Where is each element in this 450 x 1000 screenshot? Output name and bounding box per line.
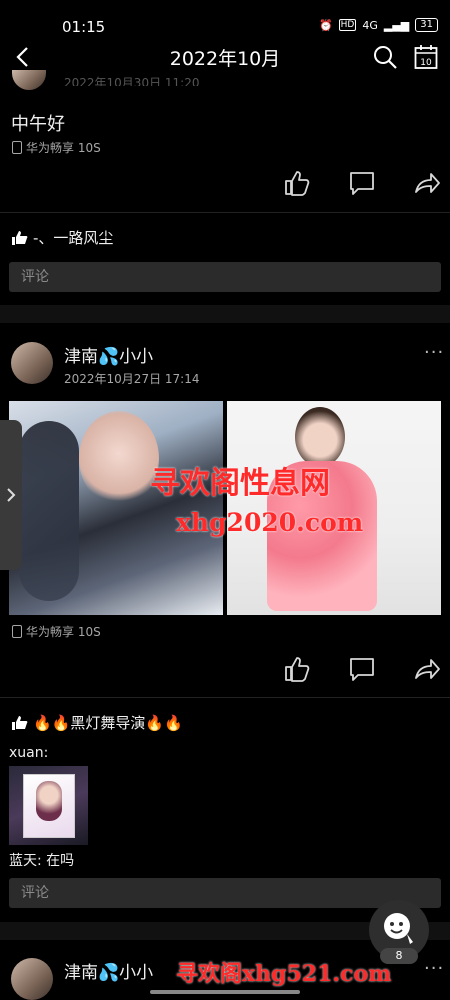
post-separator <box>0 305 450 323</box>
post1-avatar[interactable] <box>12 70 46 90</box>
post3-author[interactable]: 津南💦小小 <box>64 958 153 983</box>
side-expand-handle[interactable] <box>0 420 22 570</box>
search-icon[interactable] <box>372 44 398 70</box>
svg-text:10: 10 <box>420 58 432 68</box>
comment-image-portrait <box>36 781 62 821</box>
alarm-icon: ⏰ <box>318 18 333 32</box>
comment-author-lantian[interactable]: 蓝天: <box>9 853 42 869</box>
share-icon[interactable] <box>412 654 442 684</box>
like-small-icon <box>12 715 28 730</box>
battery-icon: 31 <box>415 18 438 32</box>
share-icon[interactable] <box>412 168 442 198</box>
comment-image[interactable] <box>9 766 88 845</box>
watermark-overlay-1: 寻欢阁性息网 <box>150 466 330 501</box>
comment-author-xuan[interactable]: xuan: <box>9 745 48 761</box>
status-icons: ⏰ HD 4G ▂▄▆ 31 <box>319 18 438 32</box>
post1-comment-input[interactable]: 评论 <box>9 262 441 292</box>
phone-icon <box>12 141 22 154</box>
watermark-footer: 寻欢阁xhg521.com <box>176 961 392 987</box>
wifi-signal-bars-icon: ▂▄▆ <box>383 18 410 32</box>
post1-timestamp: 2022年10月30日 11:20 <box>64 76 200 86</box>
status-time: 01:15 <box>62 18 106 36</box>
more-options-icon[interactable]: ··· <box>424 342 444 363</box>
watermark-overlay-2: xhg2020.com <box>176 508 364 537</box>
post2-avatar[interactable] <box>11 342 53 384</box>
post3-avatar[interactable] <box>11 958 53 1000</box>
photo1-face <box>79 411 159 506</box>
more-options-icon[interactable]: ··· <box>424 958 444 979</box>
comment-icon[interactable] <box>347 654 377 684</box>
post1-device-label: 华为畅享 10S <box>26 141 101 155</box>
home-indicator <box>150 990 300 994</box>
post2-divider <box>0 697 450 698</box>
post2-timestamp: 2022年10月27日 17:14 <box>64 372 200 386</box>
like-icon[interactable] <box>282 168 312 198</box>
comment-icon[interactable] <box>347 168 377 198</box>
signal-icon: 4G <box>362 18 378 32</box>
calendar-icon[interactable]: 10 <box>414 44 438 70</box>
comment-text: 在吗 <box>41 853 75 869</box>
hd-icon: HD <box>338 19 357 31</box>
like-icon[interactable] <box>282 654 312 684</box>
post2-author[interactable]: 津南💦小小 <box>64 342 153 367</box>
post2-device: 华为畅享 10S <box>12 623 101 640</box>
post1-text: 中午好 <box>11 114 65 135</box>
post1-device: 华为畅享 10S <box>12 139 101 156</box>
photo1-hair <box>19 421 79 601</box>
comment-image-card <box>23 774 75 838</box>
post2-likes-text: 🔥🔥黑灯舞导演🔥🔥 <box>33 714 183 732</box>
phone-icon <box>12 625 22 638</box>
comment-lantian: 蓝天: 在吗 <box>9 850 74 870</box>
like-small-icon <box>12 230 28 245</box>
status-bar: 01:15 ⏰ HD 4G ▂▄▆ 31 <box>0 0 450 40</box>
post1-likes-text: -、一路风尘 <box>33 229 114 247</box>
top-bar: 2022年10月 10 <box>0 38 450 78</box>
post2-device-label: 华为畅享 10S <box>26 625 101 639</box>
post1-likes-row: -、一路风尘 <box>11 227 113 248</box>
post2-likes-row: 🔥🔥黑灯舞导演🔥🔥 <box>11 712 183 733</box>
chevron-right-icon <box>7 488 16 502</box>
post1-divider <box>0 212 450 213</box>
